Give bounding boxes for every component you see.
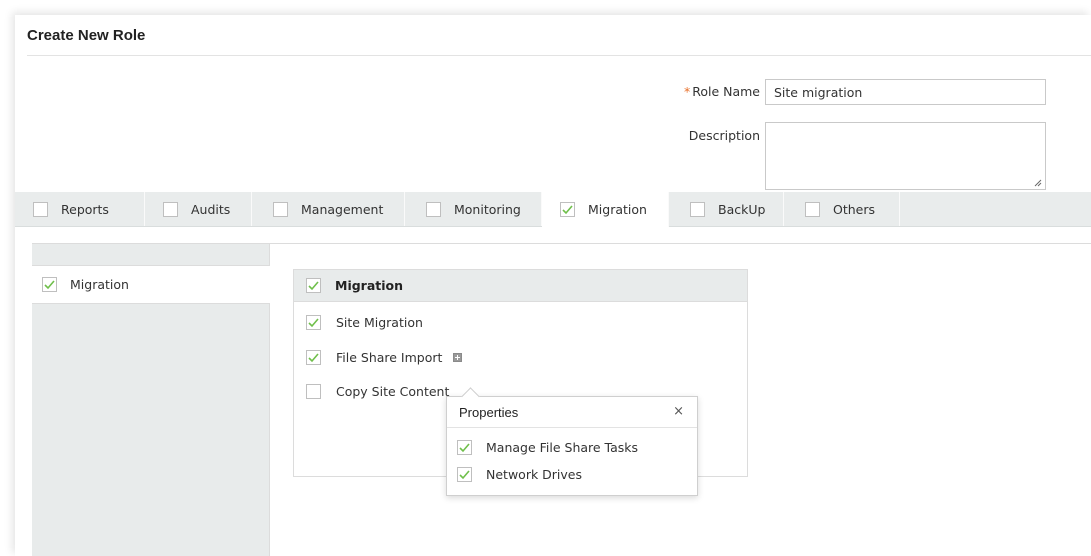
properties-popover: Properties × Manage File Share Tasks Net… — [446, 387, 698, 496]
tab-label: Reports — [61, 201, 109, 217]
sidebar-item-label: Migration — [70, 277, 129, 292]
title-divider — [27, 55, 1091, 56]
check-icon — [562, 205, 573, 215]
permission-checkbox[interactable] — [306, 384, 321, 399]
expand-properties-icon[interactable] — [453, 353, 463, 362]
check-icon — [459, 470, 470, 480]
tab-backup-checkbox[interactable] — [690, 201, 705, 217]
tab-monitoring-checkbox[interactable] — [426, 201, 441, 217]
permission-checkbox[interactable] — [306, 315, 321, 330]
tab-label: Others — [833, 201, 876, 217]
tab-management[interactable]: Management — [252, 192, 405, 226]
required-marker: * — [683, 84, 691, 99]
permissions-header-label: Migration — [335, 278, 404, 293]
description-textarea[interactable] — [765, 122, 1046, 190]
permission-checkbox[interactable] — [306, 350, 321, 365]
role-name-input[interactable] — [765, 79, 1046, 105]
check-icon — [459, 443, 470, 453]
tab-audits[interactable]: Audits — [145, 192, 252, 226]
property-row-network-drives[interactable]: Network Drives — [457, 467, 582, 482]
tab-audits-checkbox[interactable] — [163, 201, 178, 217]
check-icon — [308, 318, 319, 328]
check-icon — [308, 281, 319, 291]
property-label: Manage File Share Tasks — [486, 440, 639, 455]
property-label: Network Drives — [486, 467, 583, 482]
close-icon[interactable]: × — [673, 404, 684, 419]
check-icon — [44, 280, 55, 290]
property-checkbox[interactable] — [457, 467, 472, 482]
popover-title: Properties — [459, 404, 519, 420]
property-checkbox[interactable] — [457, 440, 472, 455]
tab-reports-checkbox[interactable] — [33, 201, 48, 217]
tab-reports[interactable]: Reports — [15, 192, 145, 226]
tab-migration[interactable]: Migration — [542, 192, 669, 227]
tab-migration-checkbox[interactable] — [560, 202, 575, 217]
tab-others[interactable]: Others — [784, 192, 900, 226]
page-title: Create New Role — [27, 27, 146, 44]
role-name-label: * Role Name — [683, 84, 760, 99]
property-row-manage-file-share-tasks[interactable]: Manage File Share Tasks — [457, 440, 638, 455]
tab-label: BackUp — [718, 201, 766, 217]
permission-label: Copy Site Content — [336, 384, 450, 399]
permissions-header-checkbox[interactable] — [306, 278, 321, 293]
permission-row-copy-site-content[interactable]: Copy Site Content — [306, 384, 449, 399]
sidebar-item-migration[interactable]: Migration — [32, 265, 270, 304]
permission-row-site-migration[interactable]: Site Migration — [306, 315, 423, 330]
tab-label: Monitoring — [454, 201, 521, 217]
description-label: Description — [688, 128, 760, 143]
category-tabs: Reports Audits Management Monitoring Mig… — [15, 192, 1091, 227]
permission-label: Site Migration — [336, 315, 423, 330]
popover-header: Properties — [447, 397, 697, 428]
tab-management-checkbox[interactable] — [273, 201, 288, 217]
tab-label: Management — [301, 201, 384, 217]
check-icon — [308, 353, 319, 363]
tab-others-checkbox[interactable] — [805, 201, 820, 217]
tab-monitoring[interactable]: Monitoring — [405, 192, 542, 226]
tab-label: Migration — [588, 202, 647, 217]
resize-grip-icon[interactable] — [1034, 179, 1042, 187]
permissions-header: Migration — [294, 270, 747, 302]
permission-row-file-share-import[interactable]: File Share Import — [306, 350, 463, 365]
tab-label: Audits — [191, 201, 231, 217]
sidebar-item-checkbox[interactable] — [42, 277, 57, 292]
permission-label: File Share Import — [336, 350, 443, 365]
tab-backup[interactable]: BackUp — [669, 192, 784, 226]
